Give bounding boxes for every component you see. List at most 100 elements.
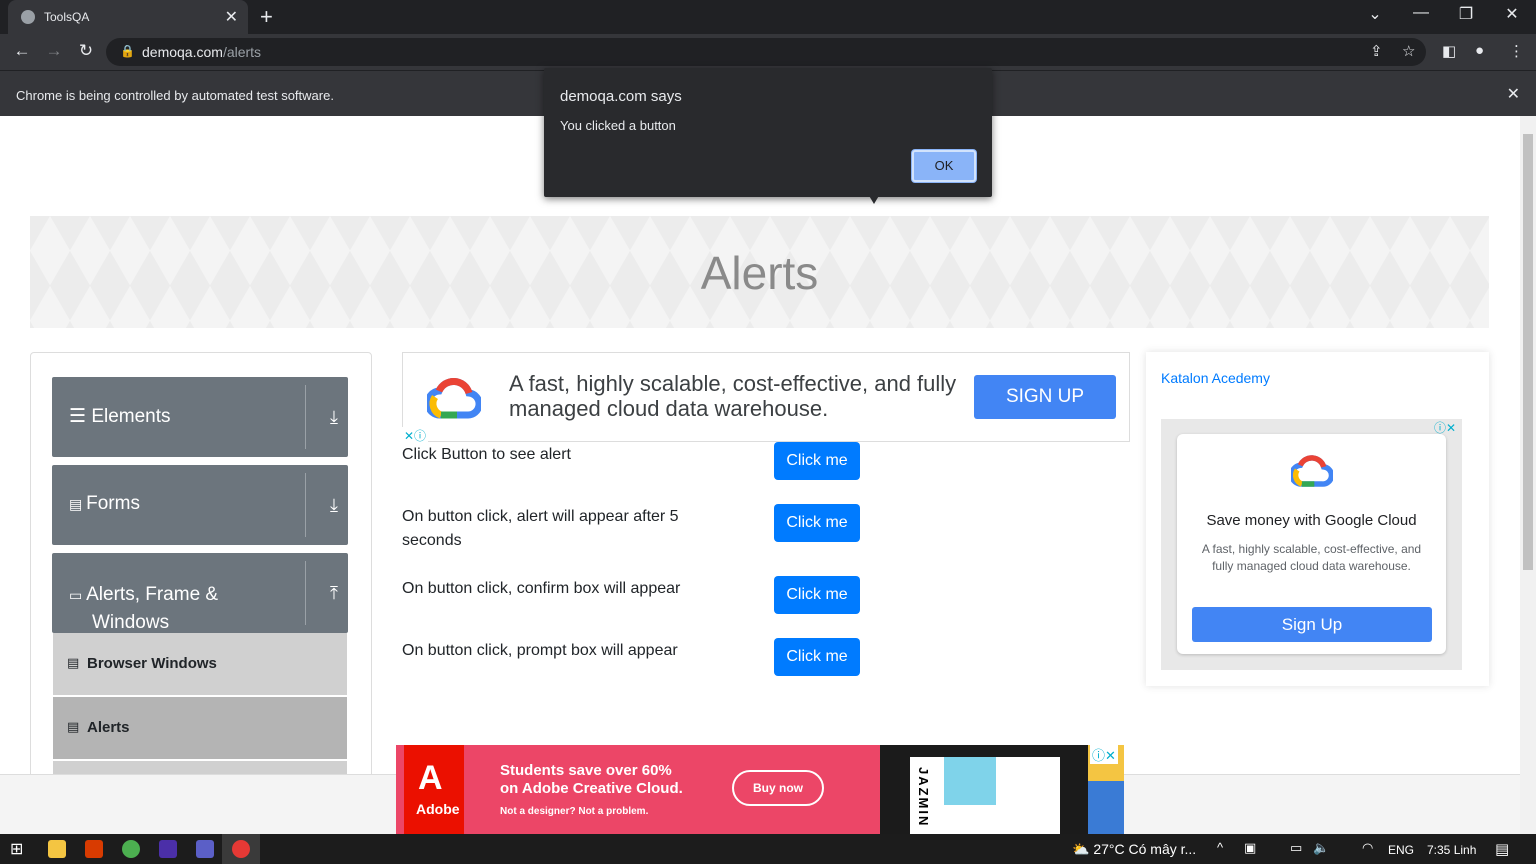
download-arrow-icon: ⤓: [330, 495, 338, 515]
browser-toolbar: ← → ↻ 🔒 demoqa.com/alerts ⇪ ☆ ◧ ● ⋮: [0, 34, 1536, 70]
share-icon[interactable]: ⇪: [1370, 42, 1383, 60]
reload-icon[interactable]: ↻: [74, 41, 98, 61]
tab-search-icon[interactable]: ⌄: [1355, 4, 1395, 24]
google-cloud-side-ad[interactable]: ⓘ✕ Save money with Google Cloud A fast, …: [1161, 419, 1462, 670]
close-window-button[interactable]: ✕: [1492, 4, 1532, 24]
taskbar: ⊞ ⛅ 27°C Có mây r... ^ ▣ ▭ 🔈 ◠ ENG 7:35 …: [0, 834, 1536, 864]
menu-icon[interactable]: ⋮: [1509, 42, 1524, 60]
lock-icon: 🔒: [120, 44, 135, 58]
ad-headline: Students save over 60% on Adobe Creative…: [500, 762, 683, 798]
weather-text: 27°C Có mây r...: [1093, 841, 1197, 857]
adobe-logo: A Adobe: [404, 745, 464, 834]
chrome-icon[interactable]: [122, 840, 140, 858]
adobe-ad-banner[interactable]: A Adobe Students save over 60% on Adobe …: [396, 745, 1124, 834]
ok-button[interactable]: OK: [912, 150, 976, 182]
back-icon[interactable]: ←: [10, 41, 34, 61]
forward-icon[interactable]: →: [42, 41, 66, 61]
windows-start-icon[interactable]: ⊞: [10, 839, 23, 859]
page-viewport: Alerts ☰ Elements ⤓ ▤ Forms ⤓ ▭ Alerts, …: [0, 116, 1520, 774]
restore-button[interactable]: ❐: [1446, 4, 1486, 24]
clock[interactable]: 7:35 Linh: [1427, 843, 1476, 857]
close-infobar-icon[interactable]: ✕: [1507, 84, 1520, 104]
side-panel-icon[interactable]: ◧: [1442, 42, 1456, 60]
ad-subtext: Not a designer? Not a problem.: [500, 806, 649, 817]
group-label: Alerts, Frame &: [86, 584, 219, 605]
divider: [305, 473, 306, 537]
resume-preview-image: JAZMIN: [910, 757, 1060, 834]
ad-copy: A fast, highly scalable, cost-effective,…: [509, 371, 957, 421]
notification-icon[interactable]: ▤: [1495, 840, 1509, 858]
window-icon: ▭: [69, 587, 87, 603]
address-bar[interactable]: 🔒 demoqa.com/alerts: [106, 38, 1426, 66]
resume-name: JAZMIN: [916, 767, 931, 828]
scrollbar-thumb[interactable]: [1523, 134, 1533, 570]
adobe-wordmark: Adobe: [416, 801, 460, 817]
automation-message: Chrome is being controlled by automated …: [16, 88, 334, 103]
alert-dialog: demoqa.com says You clicked a button OK: [544, 68, 992, 204]
sign-up-button[interactable]: Sign Up: [1192, 607, 1432, 642]
new-tab-button[interactable]: +: [260, 4, 273, 30]
active-chrome-taskbar-item[interactable]: [222, 834, 260, 864]
confirm-button[interactable]: Click me: [774, 576, 860, 614]
language-indicator[interactable]: ENG: [1388, 843, 1414, 857]
sidebar-item-label: Alerts: [87, 719, 130, 736]
group-label: Forms: [86, 493, 140, 514]
row-label: On button click, confirm box will appear: [402, 580, 681, 597]
chrome-icon: [232, 840, 250, 858]
wifi-icon[interactable]: ◠: [1362, 840, 1373, 856]
file-explorer-icon[interactable]: [48, 840, 66, 858]
sidebar-item-browser-windows[interactable]: ▤ Browser Windows: [53, 633, 347, 695]
group-label-line2: Windows: [92, 612, 170, 633]
bookmark-star-icon[interactable]: ☆: [1402, 42, 1415, 60]
network-icon[interactable]: ▣: [1244, 840, 1256, 856]
download-arrow-icon: ⤓: [330, 407, 338, 427]
dialog-message: You clicked a button: [560, 118, 676, 133]
google-cloud-ad-banner[interactable]: A fast, highly scalable, cost-effective,…: [402, 352, 1130, 442]
katalon-ad-link[interactable]: Katalon Acedemy: [1161, 370, 1270, 386]
sidebar-group-forms[interactable]: ▤ Forms ⤓: [52, 465, 348, 545]
list-icon: ▤: [67, 719, 80, 734]
minimize-button[interactable]: —: [1401, 4, 1441, 22]
sidebar-group-alerts-frame-windows[interactable]: ▭ Alerts, Frame & Windows ⤒: [52, 553, 348, 633]
row-label: On button click, alert will appear after…: [402, 508, 679, 549]
group-label: Elements: [91, 406, 171, 427]
page-banner: Alerts: [30, 216, 1489, 328]
globe-icon: [21, 10, 35, 24]
decorative-shape: [1088, 781, 1124, 834]
google-cloud-logo-icon: [427, 378, 481, 419]
ad-choices-icon[interactable]: ✕ⓘ: [402, 427, 429, 444]
ad-card: Save money with Google Cloud A fast, hig…: [1177, 434, 1446, 654]
sidebar-item-alerts[interactable]: ▤ Alerts: [53, 697, 347, 759]
tab-title: ToolsQA: [44, 10, 90, 24]
row-label: Click Button to see alert: [402, 446, 571, 463]
buy-now-button[interactable]: Buy now: [732, 770, 824, 806]
profile-icon[interactable]: ●: [1475, 42, 1484, 59]
dialog-notch: [868, 194, 880, 204]
browser-tab[interactable]: ToolsQA ✕: [8, 0, 248, 34]
sign-up-button[interactable]: SIGN UP: [974, 375, 1116, 419]
dialog-title: demoqa.com says: [560, 88, 682, 105]
sidebar-group-elements[interactable]: ☰ Elements ⤓: [52, 377, 348, 457]
volume-icon[interactable]: 🔈: [1313, 840, 1329, 856]
timer-alert-button[interactable]: Click me: [774, 504, 860, 542]
hamburger-icon: ☰: [69, 406, 92, 427]
alert-button[interactable]: Click me: [774, 442, 860, 480]
list-icon: ▤: [67, 655, 80, 670]
ad-headline: Save money with Google Cloud: [1206, 512, 1417, 529]
prompt-button[interactable]: Click me: [774, 638, 860, 676]
office-icon[interactable]: [85, 840, 103, 858]
sidebar-item-next[interactable]: [53, 761, 347, 774]
ad-choices-icon[interactable]: ⓘ✕: [1090, 745, 1118, 764]
right-ad-panel: Katalon Acedemy ⓘ✕ Save money with Googl…: [1146, 352, 1489, 686]
close-tab-icon[interactable]: ✕: [225, 7, 238, 27]
document-icon: ▤: [69, 496, 87, 512]
intellij-icon[interactable]: [159, 840, 177, 858]
weather-widget[interactable]: ⛅ 27°C Có mây r...: [1072, 841, 1196, 858]
teams-icon[interactable]: [196, 840, 214, 858]
sidebar-item-label: Browser Windows: [87, 655, 217, 672]
chevron-up-icon[interactable]: ^: [1217, 840, 1223, 855]
battery-icon[interactable]: ▭: [1290, 840, 1302, 856]
row-label: On button click, prompt box will appear: [402, 642, 678, 659]
page-title: Alerts: [700, 247, 819, 299]
adobe-a-icon: A: [418, 759, 443, 797]
